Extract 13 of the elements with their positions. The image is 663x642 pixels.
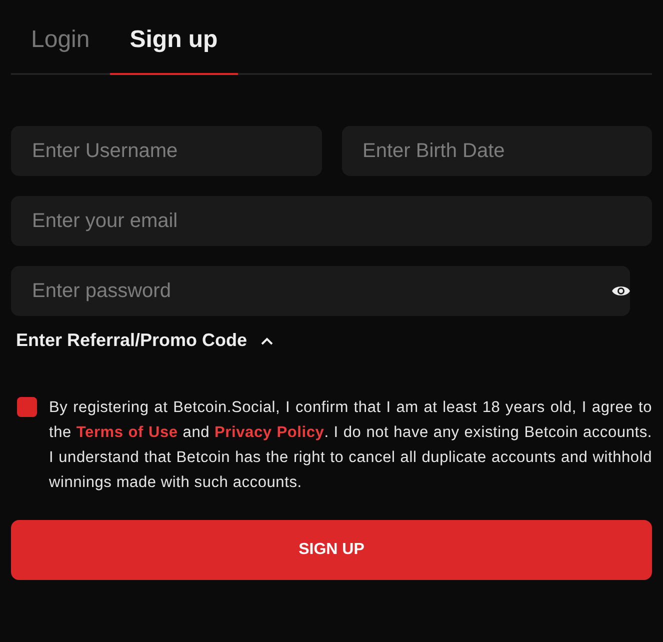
sign-up-button[interactable]: SIGN UP (11, 520, 652, 580)
tab[interactable]: Login (11, 0, 110, 75)
input-field[interactable]: Enter your email (11, 196, 652, 246)
link[interactable]: Terms of Use (76, 424, 178, 441)
tab[interactable]: Sign up (110, 0, 238, 75)
eye-icon[interactable] (612, 285, 630, 297)
input-field[interactable]: Enter Username (11, 126, 322, 176)
input-field[interactable]: Enter Birth Date (342, 126, 652, 176)
agreement-checkbox[interactable] (17, 397, 37, 417)
promo-code-toggle[interactable]: Enter Referral/Promo Code (16, 330, 274, 351)
agreement-text: By registering at Betcoin.Social, I confirm that I am at least 18 years old, I agree to the Terms of Use and Privacy Policy. I do not have any existing Betcoin accounts. I understand that Betcoin has the right to cancel all duplicate accounts and withhold winnings made with such accounts. (49, 398, 652, 493)
caret-up-icon (261, 336, 274, 344)
link[interactable]: Privacy Policy (214, 424, 324, 441)
